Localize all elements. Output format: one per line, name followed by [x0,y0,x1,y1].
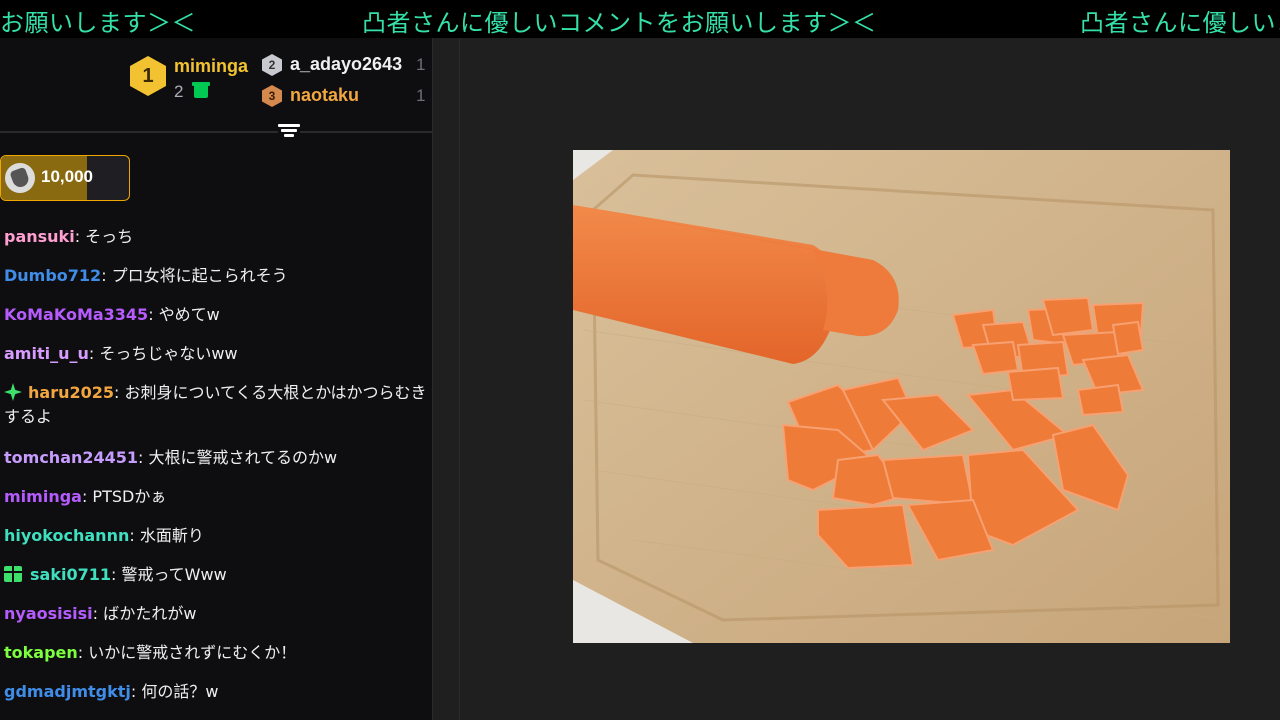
rank-1-badge: 1 [130,56,166,96]
chat-message: hiyokochannn: 水面斬り [4,524,432,548]
gift-badge-icon [4,566,22,582]
chat-text: : PTSDかぁ [81,487,167,506]
ticker-text: 凸者さんに優しいコメントをお願いします＞＜ [362,9,877,37]
chat-message: tomchan24451: 大根に警戒されてるのかw [4,446,432,470]
pinned-cheer[interactable]: 10,000 [0,155,130,201]
chat-message: amiti_u_u: そっちじゃないww [4,342,432,366]
chat-text: : 大根に警戒されてるのかw [138,448,338,467]
chat-username[interactable]: tomchan24451 [4,448,138,467]
chat-username[interactable]: saki0711 [30,565,111,584]
stage-divider [459,38,460,720]
chat-username[interactable]: hiyokochannn [4,526,129,545]
chat-text: : そっち [74,227,134,246]
chat-text: : ばかたれがw [92,604,197,623]
chat-username[interactable]: tokapen [4,643,78,662]
ticker-text: 凸者さんに優しいコメントをお願いします＞＜ [1080,9,1280,37]
leaderboard-name: a_adayo2643 [290,54,403,74]
ticker-text: お願いします＞＜ [0,9,196,37]
chat-text: : やめてw [148,305,220,324]
leaderboard-name: miminga [174,56,249,76]
star-badge-icon [4,383,22,401]
leaderboard-separator [0,131,432,133]
chat-divider [432,38,433,720]
cheer-icon [5,163,35,193]
chat-username[interactable]: haru2025 [28,383,114,402]
chat-message: miminga: PTSDかぁ [4,485,432,509]
chat-text: : 警戒ってWww [110,565,227,584]
rank-2-badge: 2 [262,54,282,76]
chat-username[interactable]: miminga [4,487,82,506]
chat-panel: 1 miminga 2 2 a_adayo2643 1 3 naotaku 1 … [0,38,432,720]
chat-username[interactable]: Dumbo712 [4,266,101,285]
chat-message: pansuki: そっち [4,225,432,249]
chat-message: Dumbo712: プロ女将に起こられそう [4,264,432,288]
collapse-leaderboard-icon[interactable] [278,124,300,142]
chat-message: KoMaKoMa3345: やめてw [4,303,432,327]
chat-text: : プロ女将に起こられそう [101,266,288,285]
chat-message: haru2025: お刺身についてくる大根とかはかつらむきするよ [4,381,428,429]
leaderboard-name: naotaku [290,85,360,105]
chat-username[interactable]: nyaosisisi [4,604,93,623]
rank-3-badge: 3 [262,85,282,107]
cheer-amount: 10,000 [41,167,93,186]
chat-message: tokapen: いかに警戒されずにむくか！ [4,641,432,665]
chat-username[interactable]: gdmadjmtgktj [4,682,131,701]
chat-message: nyaosisisi: ばかたれがw [4,602,432,626]
leaderboard-count: 2 [174,82,184,101]
chat-text: : 何の話？w [130,682,219,701]
carrot-photo [573,150,1230,643]
chat-message: gdmadjmtgktj: 何の話？w [4,680,432,704]
cutting-board-illustration [573,150,1230,643]
chat-text: : いかに警戒されずにむくか！ [77,643,297,662]
chat-text: : そっちじゃないww [88,344,238,363]
announcement-ticker: お願いします＞＜ 凸者さんに優しいコメントをお願いします＞＜ 凸者さんに優しいコ… [0,0,1280,38]
gift-icon [192,82,210,98]
chat-username[interactable]: amiti_u_u [4,344,89,363]
chat-username[interactable]: pansuki [4,227,75,246]
chat-message: saki0711: 警戒ってWww [4,563,432,587]
chat-text: : 水面斬り [129,526,204,545]
chat-username[interactable]: KoMaKoMa3345 [4,305,148,324]
leaderboard-count: 1 [416,86,426,105]
leaderboard-count: 1 [416,55,426,74]
